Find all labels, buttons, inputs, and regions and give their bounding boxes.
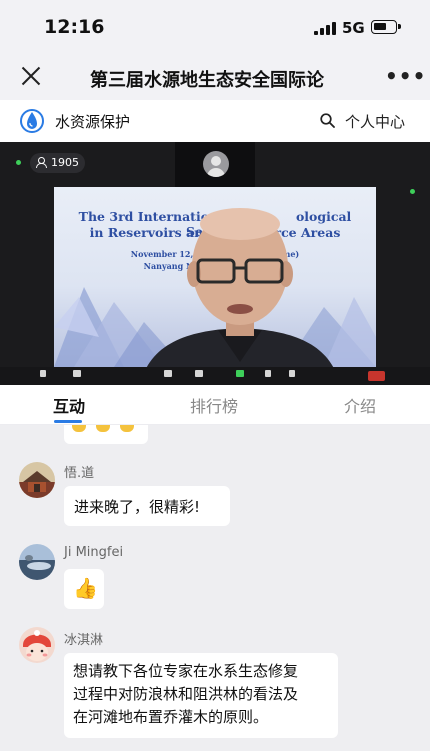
avatar[interactable] xyxy=(19,544,55,580)
status-bar: 12:16 5G xyxy=(0,0,430,56)
message-text: 想请教下各位专家在水系生态修复 xyxy=(73,662,299,680)
tab-introduction[interactable]: 介绍 xyxy=(344,393,376,417)
battery-icon xyxy=(371,20,401,34)
speaker-video xyxy=(140,208,340,385)
live-video-player[interactable]: 1905 The 3rd International For ological … xyxy=(0,142,430,385)
signal-icon xyxy=(314,22,336,35)
chat-bubble-partial xyxy=(64,425,148,444)
participant-avatar-icon xyxy=(203,151,229,177)
search-icon[interactable] xyxy=(320,113,335,128)
share-icon[interactable] xyxy=(236,370,244,377)
chat-bubble: 想请教下各位专家在水系生态修复 过程中对防浪林和阻洪林的看法及 在河滩地布置乔灌… xyxy=(64,653,338,738)
avatar[interactable] xyxy=(19,462,55,498)
close-icon[interactable] xyxy=(20,65,42,87)
video-icon[interactable] xyxy=(73,370,81,377)
message-text: 过程中对防浪林和阻洪林的看法及 xyxy=(73,685,299,703)
message-author: 悟.道 xyxy=(64,466,95,481)
brand-name: 水资源保护 xyxy=(55,113,131,131)
status-dot xyxy=(410,189,415,194)
chat-bubble: 进来晚了，很精彩! xyxy=(64,486,230,526)
record-icon[interactable] xyxy=(265,370,271,377)
thumbs-up-emoji: 👍 xyxy=(73,576,98,600)
water-drop-logo xyxy=(20,109,44,133)
network-type: 5G xyxy=(342,19,365,37)
avatar[interactable] xyxy=(19,627,55,663)
active-tab-indicator xyxy=(54,420,82,423)
apps-icon[interactable] xyxy=(289,370,295,377)
tab-interaction[interactable]: 互动 xyxy=(53,393,85,417)
live-indicator-dot xyxy=(16,160,21,165)
participants-icon[interactable] xyxy=(164,370,172,377)
message-text: 进来晚了，很精彩! xyxy=(74,498,201,516)
chat-list[interactable]: 悟.道 进来晚了，很精彩! Ji Mingfei 👍 冰淇淋 想请教下各位专家在… xyxy=(0,425,430,751)
chat-bubble: 👍 xyxy=(64,569,104,609)
leave-button[interactable] xyxy=(368,371,385,381)
chat-icon[interactable] xyxy=(195,370,203,377)
emoji-icon xyxy=(120,425,134,432)
meeting-toolbar xyxy=(0,367,430,385)
tab-bar: 互动 排行榜 介绍 xyxy=(0,385,430,425)
title-bar: 第三届水源地生态安全国际论 ••• xyxy=(0,56,430,100)
brand-bar: 水资源保护 个人中心 xyxy=(0,100,430,142)
viewers-icon xyxy=(36,157,48,168)
more-options-icon[interactable]: ••• xyxy=(385,64,426,88)
status-time: 12:16 xyxy=(44,16,105,38)
viewer-count-badge: 1905 xyxy=(30,153,85,173)
page-title: 第三届水源地生态安全国际论 xyxy=(90,70,324,91)
message-author: Ji Mingfei xyxy=(64,545,124,560)
mic-icon[interactable] xyxy=(40,370,46,377)
tab-leaderboard[interactable]: 排行榜 xyxy=(190,393,238,417)
personal-center-link[interactable]: 个人中心 xyxy=(345,111,405,132)
emoji-icon xyxy=(72,425,86,432)
message-author: 冰淇淋 xyxy=(64,633,104,648)
emoji-icon xyxy=(96,425,110,432)
message-text: 在河滩地布置乔灌木的原则。 xyxy=(73,708,269,726)
camera-tile xyxy=(175,142,255,187)
viewer-count: 1905 xyxy=(51,156,79,169)
